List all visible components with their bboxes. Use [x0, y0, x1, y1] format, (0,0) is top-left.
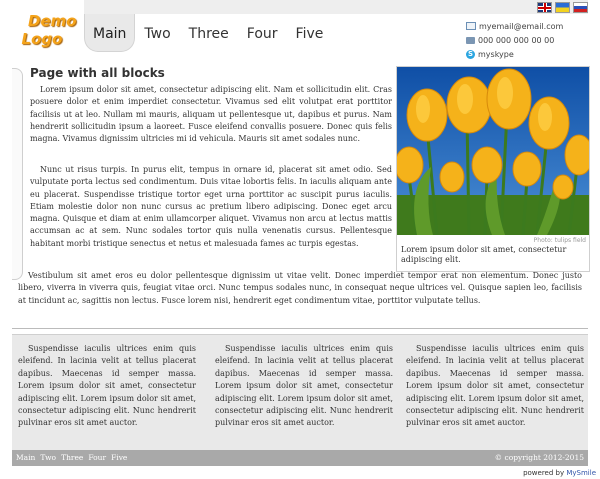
- top-strip: [84, 0, 588, 14]
- page-title: Page with all blocks: [30, 66, 165, 80]
- powered-by-prefix: powered by: [523, 469, 565, 477]
- logo[interactable]: Demo Logo: [14, 12, 77, 50]
- language-switcher: [537, 2, 588, 13]
- powered-by: powered by MySmile: [523, 469, 596, 477]
- nav-item-five[interactable]: Five: [287, 14, 333, 52]
- content-side-decoration: [12, 68, 23, 280]
- footer-nav-four[interactable]: Four: [88, 450, 106, 466]
- nav-item-three[interactable]: Three: [180, 14, 238, 52]
- photo-block: Photo: tulips field Lorem ipsum dolor si…: [396, 66, 590, 272]
- photo-caption: Lorem ipsum dolor sit amet, consectetur …: [401, 245, 567, 264]
- main-nav: Main Two Three Four Five: [84, 14, 332, 52]
- logo-line-2: Logo: [21, 30, 63, 48]
- ru-flag-icon[interactable]: [573, 2, 588, 13]
- content-divider: [12, 328, 588, 329]
- contact-email[interactable]: myemail@email.com: [466, 20, 563, 32]
- email-text: myemail@email.com: [479, 21, 564, 31]
- copyright: © copyright 2012-2015: [494, 453, 584, 462]
- ua-flag-icon[interactable]: [555, 2, 570, 13]
- main-content: Page with all blocks Lorem ipsum dolor s…: [12, 66, 590, 334]
- footer-nav-five[interactable]: Five: [111, 450, 127, 466]
- nav-item-main[interactable]: Main: [84, 14, 136, 52]
- footer: Main Two Three Four Five © copyright 201…: [12, 450, 588, 466]
- column-2: Suspendisse iaculis ultrices enim quis e…: [215, 344, 393, 428]
- contact-skype[interactable]: S myskype: [466, 48, 563, 60]
- paragraph-3: Vestibulum sit amet eros eu dolor pellen…: [18, 271, 582, 305]
- columns-block: Suspendisse iaculis ultrices enim quis e…: [12, 334, 588, 451]
- phone-text: 000 000 000 00 00: [478, 35, 555, 45]
- column-1: Suspendisse iaculis ultrices enim quis e…: [18, 344, 196, 428]
- footer-nav-two[interactable]: Two: [40, 450, 56, 466]
- contact-phone: 000 000 000 00 00: [466, 34, 563, 46]
- logo-line-1: Demo: [28, 12, 77, 30]
- tulips-photo[interactable]: [397, 67, 589, 235]
- footer-nav-three[interactable]: Three: [61, 450, 83, 466]
- contacts: myemail@email.com 000 000 000 00 00 S my…: [466, 20, 563, 62]
- nav-item-four[interactable]: Four: [238, 14, 287, 52]
- footer-nav: Main Two Three Four Five: [16, 450, 127, 466]
- powered-by-link[interactable]: MySmile: [566, 469, 596, 477]
- nav-item-two[interactable]: Two: [135, 14, 179, 52]
- skype-text: myskype: [478, 49, 514, 59]
- column-3: Suspendisse iaculis ultrices enim quis e…: [406, 344, 584, 428]
- skype-icon: S: [466, 49, 475, 59]
- phone-icon: [466, 36, 475, 44]
- paragraph-1: Lorem ipsum dolor sit amet, consectetur …: [30, 85, 392, 144]
- paragraph-2: Nunc ut risus turpis. In purus elit, tem…: [30, 165, 392, 248]
- page: Demo Logo Main Two Three Four Five myema…: [12, 0, 590, 467]
- photo-credit: Photo: tulips field: [533, 237, 586, 244]
- uk-flag-icon[interactable]: [537, 2, 552, 13]
- header: Demo Logo Main Two Three Four Five myema…: [12, 0, 588, 66]
- mail-icon: [466, 22, 476, 30]
- footer-nav-main[interactable]: Main: [16, 450, 35, 466]
